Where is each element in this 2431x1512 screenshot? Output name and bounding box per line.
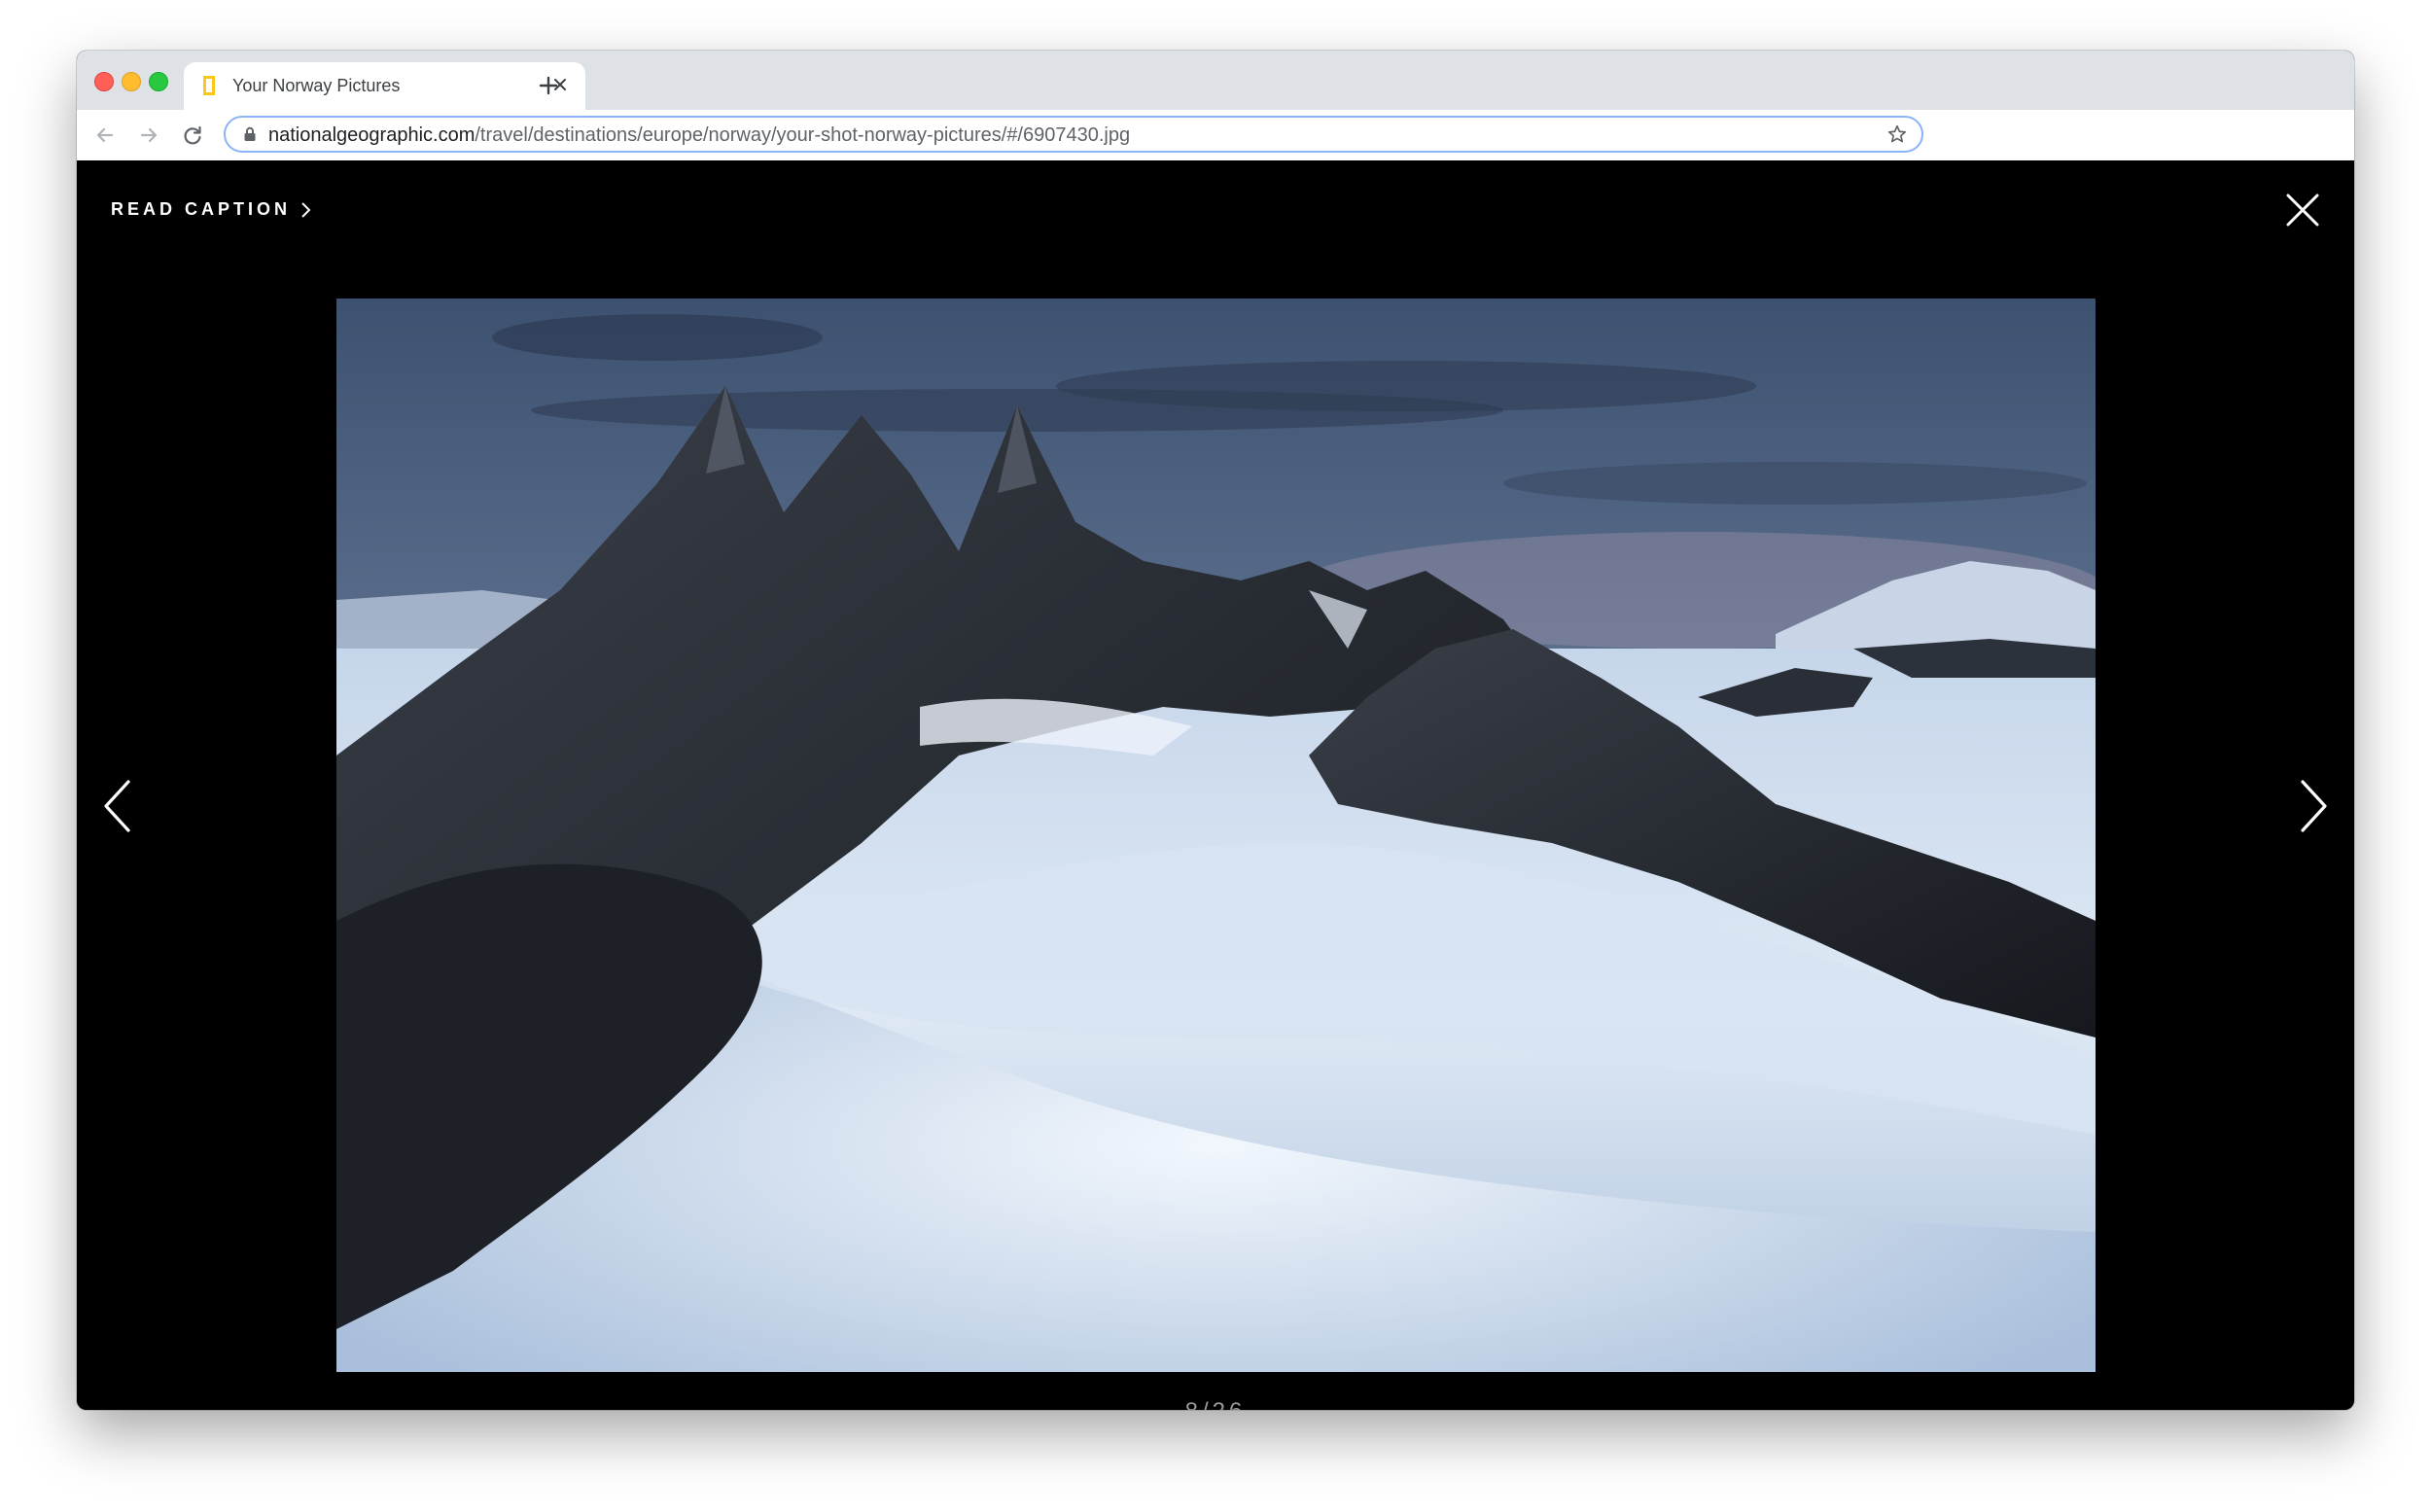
browser-tab-active[interactable]: Your Norway Pictures bbox=[184, 62, 585, 110]
arrow-left-icon bbox=[96, 127, 114, 143]
read-caption-label: READ CAPTION bbox=[111, 199, 292, 219]
previous-photo-button[interactable] bbox=[103, 780, 132, 832]
url-path: /travel/destinations/europe/norway/your-… bbox=[475, 124, 1131, 146]
chevron-right-icon bbox=[301, 201, 311, 218]
arrow-right-icon bbox=[140, 127, 158, 143]
star-icon[interactable] bbox=[1886, 123, 1908, 145]
new-tab-button[interactable] bbox=[531, 68, 566, 103]
tab-title: Your Norway Pictures bbox=[232, 76, 401, 95]
photo-gallery-viewer: READ CAPTION bbox=[77, 160, 2354, 1410]
plus-icon bbox=[539, 76, 558, 95]
url-host: nationalgeographic.com bbox=[268, 124, 476, 146]
close-window-button[interactable] bbox=[94, 72, 114, 91]
read-caption-button[interactable]: READ CAPTION bbox=[111, 199, 312, 220]
forward-button[interactable] bbox=[134, 121, 163, 150]
url-text[interactable]: nationalgeographic.com/travel/destinatio… bbox=[268, 124, 1130, 147]
gallery-photo[interactable] bbox=[336, 299, 2096, 1372]
close-icon[interactable] bbox=[2286, 193, 2319, 227]
address-bar[interactable]: nationalgeographic.com/travel/destinatio… bbox=[224, 116, 1923, 153]
next-photo-button[interactable] bbox=[2299, 780, 2328, 832]
browser-window: Your Norway Pictures nationalgeographic.… bbox=[77, 51, 2354, 1410]
browser-toolbar: nationalgeographic.com/travel/destinatio… bbox=[77, 110, 2354, 161]
lock-icon[interactable] bbox=[243, 126, 257, 142]
reload-icon bbox=[184, 125, 201, 145]
norway-coast-photo bbox=[336, 299, 2096, 1372]
photo-counter: 8/26 bbox=[77, 1398, 2354, 1410]
nat-geo-favicon-icon bbox=[203, 76, 215, 95]
reload-button[interactable] bbox=[178, 121, 207, 150]
maximize-window-button[interactable] bbox=[149, 72, 168, 91]
tab-strip: Your Norway Pictures bbox=[77, 51, 2354, 110]
back-button[interactable] bbox=[90, 121, 120, 150]
minimize-window-button[interactable] bbox=[122, 72, 141, 91]
